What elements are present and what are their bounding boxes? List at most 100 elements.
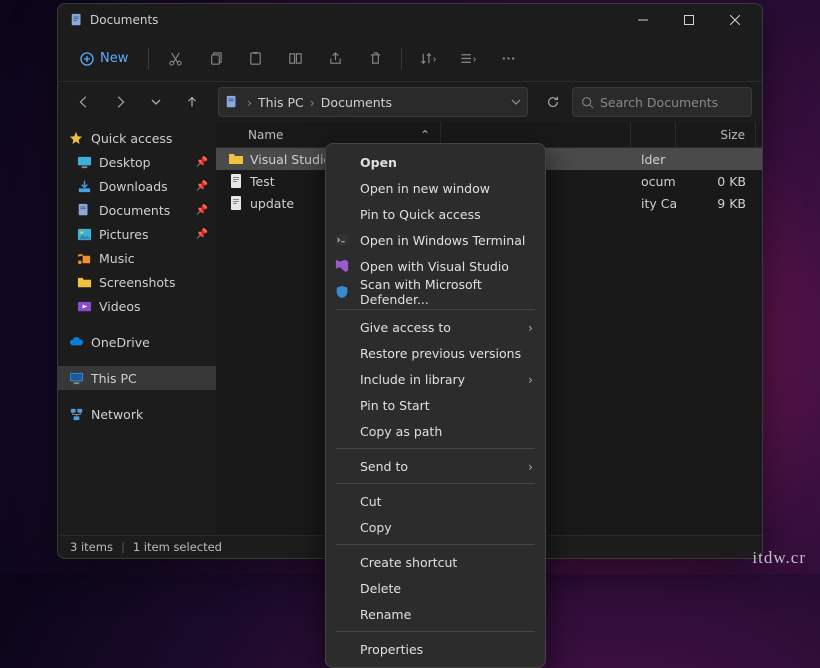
plus-circle-icon (80, 52, 94, 66)
command-bar: New (58, 36, 762, 82)
chevron-right-icon: › (528, 320, 533, 335)
cloud-icon (68, 334, 84, 350)
defender-icon (334, 284, 350, 300)
menu-item-delete[interactable]: Delete (326, 575, 545, 601)
sidebar-thispc[interactable]: This PC (58, 366, 216, 390)
pin-icon: 📌 (196, 181, 208, 192)
menu-item-copy[interactable]: Copy (326, 514, 545, 540)
menu-item-pin-to-start[interactable]: Pin to Start (326, 392, 545, 418)
paste-button[interactable] (237, 43, 273, 75)
menu-item-scan-with-microsoft-defender[interactable]: Scan with Microsoft Defender... (326, 279, 545, 305)
forward-button[interactable] (104, 86, 136, 118)
divider (148, 48, 149, 70)
search-icon (581, 96, 594, 109)
sidebar-item-documents[interactable]: Documents📌 (58, 198, 216, 222)
window-title: Documents (90, 13, 620, 27)
chevron-right-icon[interactable]: › (245, 95, 254, 110)
menu-item-properties[interactable]: Properties (326, 636, 545, 662)
documents-icon (70, 13, 84, 27)
videos-icon (76, 298, 92, 314)
desktop-icon (76, 154, 92, 170)
sidebar-item-screenshots[interactable]: Screenshots (58, 270, 216, 294)
chevron-down-icon[interactable] (511, 97, 521, 107)
folder-icon (228, 151, 244, 167)
new-button[interactable]: New (68, 45, 140, 72)
sidebar-item-music[interactable]: Music (58, 246, 216, 270)
context-menu: OpenOpen in new windowPin to Quick acces… (325, 143, 546, 668)
back-button[interactable] (68, 86, 100, 118)
menu-item-give-access-to[interactable]: Give access to› (326, 314, 545, 340)
status-selection: 1 item selected (133, 540, 222, 554)
downloads-icon (76, 178, 92, 194)
view-button[interactable] (450, 43, 486, 75)
sidebar-item-downloads[interactable]: Downloads📌 (58, 174, 216, 198)
up-button[interactable] (176, 86, 208, 118)
cut-button[interactable] (157, 43, 193, 75)
breadcrumb-thispc[interactable]: This PC (254, 93, 308, 112)
chevron-right-icon: › (528, 459, 533, 474)
watermark: itdw.cr (752, 548, 806, 568)
chevron-right-icon[interactable]: › (308, 95, 317, 110)
music-icon (76, 250, 92, 266)
menu-item-include-in-library[interactable]: Include in library› (326, 366, 545, 392)
titlebar[interactable]: Documents (58, 4, 762, 36)
window-controls (620, 4, 758, 36)
sidebar-network[interactable]: Network (58, 402, 216, 426)
menu-item-open[interactable]: Open (326, 149, 545, 175)
menu-item-copy-as-path[interactable]: Copy as path (326, 418, 545, 444)
pin-icon: 📌 (196, 229, 208, 240)
menu-separator (336, 448, 535, 449)
pictures-icon (76, 226, 92, 242)
folder-icon (76, 274, 92, 290)
breadcrumb-documents[interactable]: Documents (317, 93, 396, 112)
delete-button[interactable] (357, 43, 393, 75)
menu-item-pin-to-quick-access[interactable]: Pin to Quick access (326, 201, 545, 227)
sidebar-quick-access[interactable]: Quick access (58, 126, 216, 150)
nav-bar: › This PC › Documents Search Documents (58, 82, 762, 122)
divider (401, 48, 402, 70)
documents-icon (225, 95, 239, 109)
share-button[interactable] (317, 43, 353, 75)
thispc-icon (68, 370, 84, 386)
menu-item-open-in-new-window[interactable]: Open in new window (326, 175, 545, 201)
menu-item-create-shortcut[interactable]: Create shortcut (326, 549, 545, 575)
column-size[interactable]: Size (676, 122, 756, 147)
menu-item-open-with-visual-studio[interactable]: Open with Visual Studio (326, 253, 545, 279)
maximize-button[interactable] (666, 4, 712, 36)
menu-separator (336, 544, 535, 545)
text-icon (228, 195, 244, 211)
documents-icon (76, 202, 92, 218)
menu-item-open-in-windows-terminal[interactable]: Open in Windows Terminal (326, 227, 545, 253)
menu-item-restore-previous-versions[interactable]: Restore previous versions (326, 340, 545, 366)
refresh-button[interactable] (538, 87, 568, 117)
menu-item-send-to[interactable]: Send to› (326, 453, 545, 479)
sidebar-item-pictures[interactable]: Pictures📌 (58, 222, 216, 246)
sort-indicator-icon: ⌃ (420, 128, 430, 142)
terminal-icon (334, 232, 350, 248)
sidebar-item-desktop[interactable]: Desktop📌 (58, 150, 216, 174)
menu-separator (336, 631, 535, 632)
minimize-button[interactable] (620, 4, 666, 36)
status-item-count: 3 items (70, 540, 113, 554)
menu-separator (336, 483, 535, 484)
pin-icon: 📌 (196, 157, 208, 168)
recent-locations-button[interactable] (140, 86, 172, 118)
menu-item-rename[interactable]: Rename (326, 601, 545, 627)
sidebar-item-videos[interactable]: Videos (58, 294, 216, 318)
copy-button[interactable] (197, 43, 233, 75)
address-bar[interactable]: › This PC › Documents (218, 87, 528, 117)
network-icon (68, 406, 84, 422)
menu-item-cut[interactable]: Cut (326, 488, 545, 514)
chevron-right-icon: › (528, 372, 533, 387)
text-icon (228, 173, 244, 189)
menu-separator (336, 309, 535, 310)
sort-button[interactable] (410, 43, 446, 75)
sidebar-onedrive[interactable]: OneDrive (58, 330, 216, 354)
close-button[interactable] (712, 4, 758, 36)
navigation-pane: Quick access Desktop📌Downloads📌Documents… (58, 122, 216, 535)
search-input[interactable]: Search Documents (572, 87, 752, 117)
more-button[interactable] (490, 43, 526, 75)
vs-icon (334, 258, 350, 274)
rename-button[interactable] (277, 43, 313, 75)
column-type[interactable] (631, 122, 676, 147)
